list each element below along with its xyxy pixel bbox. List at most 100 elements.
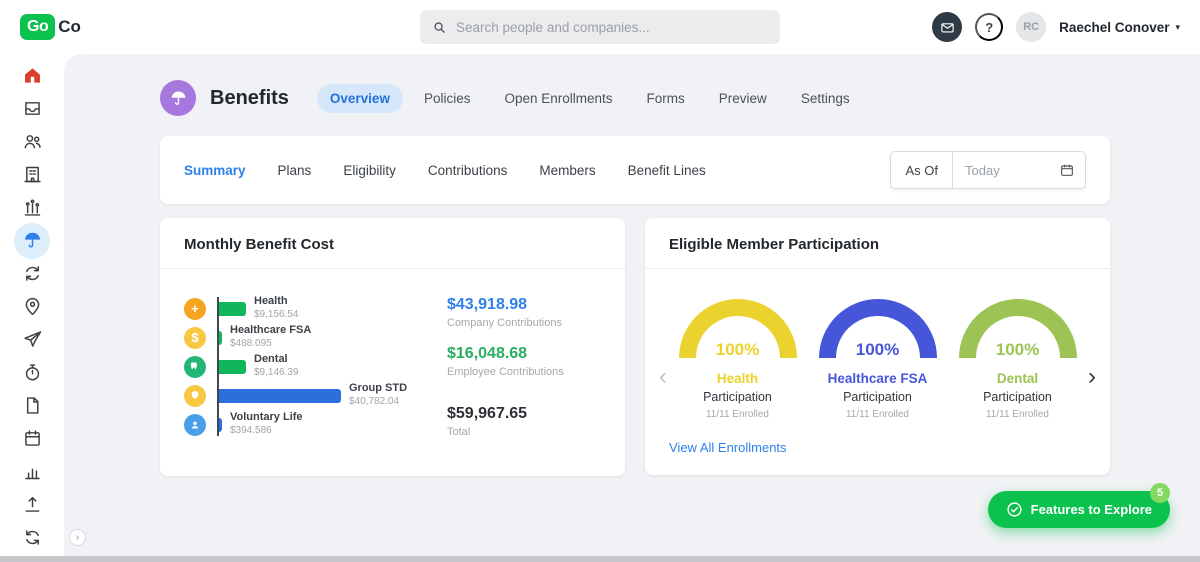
fsa-icon: $ [184,326,206,349]
calendar-icon[interactable] [1057,162,1085,178]
inbox-button[interactable] [932,12,963,42]
logo-go-mark: Go [20,8,56,40]
team-icon [24,135,41,149]
gauge-enrolled-count: 11/11 Enrolled [705,409,769,420]
summary-amount: $59,967.65 [447,405,528,422]
search-input[interactable] [456,19,768,35]
sidebar-item-documents[interactable] [10,389,54,422]
subtab-summary[interactable]: Summary [184,163,246,178]
sidebar-item-hiring[interactable] [10,290,54,323]
inbox-icon [24,102,40,115]
user-avatar[interactable]: RC [1016,12,1047,42]
user-name: Raechel Conover [1059,19,1170,35]
document-icon [26,397,38,414]
subtab-contributions[interactable]: Contributions [428,163,508,178]
features-to-explore-button[interactable]: Features to Explore 5 [987,483,1170,528]
chevron-down-icon: ▾ [1175,21,1180,32]
sidebar-item-benefits[interactable] [10,222,54,259]
subtab-members[interactable]: Members [539,163,595,178]
gauge-arc: 100% [818,299,937,359]
cost-summary: $43,918.98 Company Contributions $16,048… [447,294,599,454]
page-header: Benefits Overview Policies Open Enrollme… [160,80,1110,116]
celebrations-icon [24,199,40,216]
subtab-plans[interactable]: Plans [278,163,312,178]
as-of-datepicker[interactable]: As Of [890,151,1086,189]
upload-icon [25,496,39,512]
cost-row-health: + Health $9,156.54 [184,294,407,323]
check-circle-icon [1007,502,1022,517]
gauge-enrolled-count: 11/11 Enrolled [985,409,1049,420]
tab-settings[interactable]: Settings [788,84,863,113]
cost-bar-dental [219,359,246,374]
benefits-module-avatar [160,80,196,116]
calendar-icon [24,430,40,446]
building-icon [23,166,41,183]
topbar-right: ? RC Raechel Conover ▾ [932,12,1180,42]
as-of-input[interactable] [953,162,1057,178]
home-icon [24,68,40,83]
subtab-eligibility[interactable]: Eligibility [343,163,396,178]
envelope-icon [940,22,954,32]
view-all-enrollments-link[interactable]: View All Enrollments [669,440,787,455]
tab-open-enrollments[interactable]: Open Enrollments [491,84,625,113]
carousel-next-button[interactable]: › [1088,365,1096,389]
cost-row-voluntary-life: Voluntary Life $394.586 [184,410,407,439]
gauge-arc: 100% [958,299,1077,359]
sidebar-item-time-off[interactable] [10,323,54,356]
tab-overview[interactable]: Overview [316,83,403,113]
sync-icon [25,266,39,281]
sidebar-item-home[interactable] [10,59,54,92]
goco-logo[interactable]: Go Co [20,8,81,40]
subtab-benefit-lines[interactable]: Benefit Lines [628,163,706,178]
cost-bar-group-std [219,388,341,403]
question-mark-icon: ? [985,19,994,35]
eligible-member-participation-card: Eligible Member Participation ‹ 100% Hea… [645,218,1110,475]
participation-gauge-health: 100% Health Participation 11/11 Enrolled [678,299,797,420]
help-button[interactable]: ? [975,13,1004,41]
sidebar-item-payroll[interactable] [10,257,54,290]
gauge-benefit-name: Healthcare FSA [827,371,928,386]
user-menu[interactable]: Raechel Conover ▾ [1059,20,1180,35]
page-tabs: Overview Policies Open Enrollments Forms… [316,83,863,113]
features-count-badge: 5 [1150,483,1170,503]
person-icon [184,413,206,436]
window-bottom-edge [0,556,1200,562]
gauge-sublabel: Participation [703,390,772,404]
gauge-sublabel: Participation [983,390,1052,404]
sidebar-item-calendar[interactable] [10,422,54,455]
sidebar-expand-button[interactable]: › [69,529,86,546]
tooth-icon [184,355,206,378]
chevron-right-icon: › [75,532,80,543]
umbrella-icon [24,232,40,248]
employee-contributions-summary: $16,048.68 Employee Contributions [447,345,599,378]
card-title: Monthly Benefit Cost [160,218,625,269]
summary-label: Employee Contributions [447,366,564,378]
global-search[interactable] [420,10,780,44]
gauge-arc: 100% [678,299,797,359]
tab-forms[interactable]: Forms [634,84,698,113]
sidebar-item-exports[interactable] [10,488,54,521]
card-title: Eligible Member Participation [645,218,1110,269]
sidebar-item-inbox[interactable] [10,92,54,125]
sidebar-item-time-tracking[interactable] [10,356,54,389]
sidebar-item-company[interactable] [10,158,54,191]
app-window: Go Co ? RC Raechel Conover ▾ [0,0,1200,562]
carousel-prev-button[interactable]: ‹ [659,365,667,389]
tab-preview[interactable]: Preview [706,84,780,113]
sidebar-item-reports[interactable] [10,455,54,488]
tab-policies[interactable]: Policies [411,84,484,113]
summary-amount: $43,918.98 [447,296,528,313]
dashboard-cards: Monthly Benefit Cost + Health $9,156.54 [160,218,1110,476]
sidebar-item-team[interactable] [10,125,54,158]
cost-row-dental: Dental $9,146.39 [184,352,407,381]
sidebar-item-integrations[interactable] [10,521,54,554]
sidebar-item-celebrations[interactable] [10,191,54,224]
topbar: Go Co ? RC Raechel Conover ▾ [0,0,1200,54]
participation-carousel: ‹ 100% Health Participation 11/11 Enroll… [645,269,1110,422]
benefit-cost-value: $9,156.54 [254,309,299,321]
benefit-name: Health [254,295,288,308]
bar-chart-icon [24,468,40,480]
cost-bar-healthcare-fsa [219,330,222,345]
benefits-subnav-card: Summary Plans Eligibility Contributions … [160,136,1110,204]
shield-icon [184,384,206,407]
